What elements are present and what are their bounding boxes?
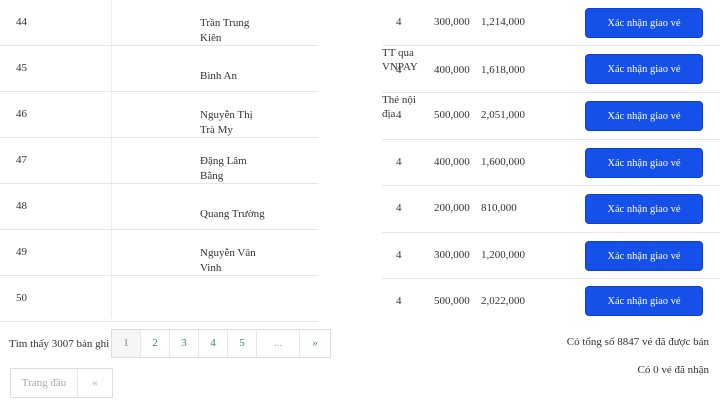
tickets-received-summary: Có 0 vé đã nhận xyxy=(637,364,709,376)
customer-name: Đặng Lâm Bằng xyxy=(200,155,247,182)
ticket-price: 500,000 xyxy=(434,109,470,121)
table-row: 47 Đặng Lâm Bằng xyxy=(0,138,318,184)
customer-table: 44 Trần Trung Kiên 45 Bình An 46 Nguyễn T… xyxy=(0,0,318,322)
ticket-price: 300,000 xyxy=(434,16,470,28)
row-number: 44 xyxy=(16,16,27,28)
table-row: 49 Nguyễn Văn Vinh xyxy=(0,230,318,276)
row-number: 48 xyxy=(16,200,27,212)
table-row: 44 Trần Trung Kiên xyxy=(0,0,318,46)
pagination: 1 2 3 4 5 ... » xyxy=(111,329,331,358)
table-row: 4 400,000 1,600,000 Xác nhận giao vé xyxy=(382,140,720,186)
page-link-4[interactable]: 4 xyxy=(199,330,228,357)
confirm-delivery-button[interactable]: Xác nhận giao vé xyxy=(585,101,703,131)
table-row: 4 300,000 1,214,000 Xác nhận giao vé xyxy=(382,0,720,46)
table-row: 48 Quang Trường xyxy=(0,184,318,230)
page-link-1[interactable]: 1 xyxy=(112,330,141,357)
prev-page-link[interactable]: « xyxy=(78,369,112,397)
table-row: 4 500,000 2,022,000 Xác nhận giao vé xyxy=(382,279,720,324)
confirm-delivery-button[interactable]: Xác nhận giao vé xyxy=(585,241,703,271)
row-number: 46 xyxy=(16,108,27,120)
tickets-sold-summary: Có tổng số 8847 vé đã được bán xyxy=(566,336,709,348)
first-page-link[interactable]: Trang đầu xyxy=(11,369,78,397)
customer-name: Bình An xyxy=(200,70,237,82)
table-row: 45 Bình An xyxy=(0,46,318,92)
ticket-price: 400,000 xyxy=(434,64,470,76)
page-link-5[interactable]: 5 xyxy=(228,330,257,357)
customer-name: Trần Trung Kiên xyxy=(200,17,250,44)
ticket-price: 500,000 xyxy=(434,295,470,307)
next-page-link[interactable]: » xyxy=(300,330,330,357)
records-found-text: Tìm thấy 3007 bản ghi xyxy=(9,338,110,350)
table-row: 50 xyxy=(0,276,318,322)
table-row: 4 300,000 1,200,000 Xác nhận giao vé xyxy=(382,233,720,279)
ticket-quantity: 4 xyxy=(396,202,402,214)
customer-name: Nguyễn Văn Vinh xyxy=(200,247,256,274)
ticket-price: 300,000 xyxy=(434,249,470,261)
pagination-secondary: Trang đầu « xyxy=(10,368,113,398)
order-total: 1,618,000 xyxy=(481,64,525,76)
order-total: 1,200,000 xyxy=(481,249,525,261)
confirm-delivery-button[interactable]: Xác nhận giao vé xyxy=(585,8,703,38)
ticket-quantity: 4 xyxy=(396,249,402,261)
order-total: 1,600,000 xyxy=(481,156,525,168)
confirm-delivery-button[interactable]: Xác nhận giao vé xyxy=(585,286,703,316)
row-number: 50 xyxy=(16,292,27,304)
ticket-price: 400,000 xyxy=(434,156,470,168)
ticket-quantity: 4 xyxy=(396,156,402,168)
order-total: 2,051,000 xyxy=(481,109,525,121)
payment-method: TT qua VNPAY xyxy=(382,47,418,73)
order-total: 2,022,000 xyxy=(481,295,525,307)
confirm-delivery-button[interactable]: Xác nhận giao vé xyxy=(585,194,703,224)
table-row: 4 500,000 2,051,000 Thẻ nội địa Xác nhận … xyxy=(382,93,720,140)
customer-name: Quang Trường xyxy=(200,208,265,220)
ticket-quantity: 4 xyxy=(396,16,402,28)
confirm-delivery-button[interactable]: Xác nhận giao vé xyxy=(585,54,703,84)
ticket-price: 200,000 xyxy=(434,202,470,214)
page-ellipsis: ... xyxy=(257,330,300,357)
table-row: 4 200,000 810,000 Xác nhận giao vé xyxy=(382,186,720,233)
ticket-quantity: 4 xyxy=(396,295,402,307)
table-row: 4 400,000 1,618,000 TT qua VNPAY Xác nhận… xyxy=(382,46,720,93)
order-total: 1,214,000 xyxy=(481,16,525,28)
row-number: 47 xyxy=(16,154,27,166)
ticket-quantity: 4 xyxy=(396,109,402,121)
payment-method: Thẻ nội địa xyxy=(382,94,416,120)
page-link-3[interactable]: 3 xyxy=(170,330,199,357)
customer-name: Nguyễn Thị Trà My xyxy=(200,109,253,136)
confirm-delivery-button[interactable]: Xác nhận giao vé xyxy=(585,148,703,178)
order-total: 810,000 xyxy=(481,202,517,214)
row-number: 45 xyxy=(16,62,27,74)
row-number: 49 xyxy=(16,246,27,258)
table-row: 46 Nguyễn Thị Trà My xyxy=(0,92,318,138)
order-table: 4 300,000 1,214,000 Xác nhận giao vé 4 4… xyxy=(382,0,720,324)
ticket-quantity: 4 xyxy=(396,64,402,76)
page-link-2[interactable]: 2 xyxy=(141,330,170,357)
